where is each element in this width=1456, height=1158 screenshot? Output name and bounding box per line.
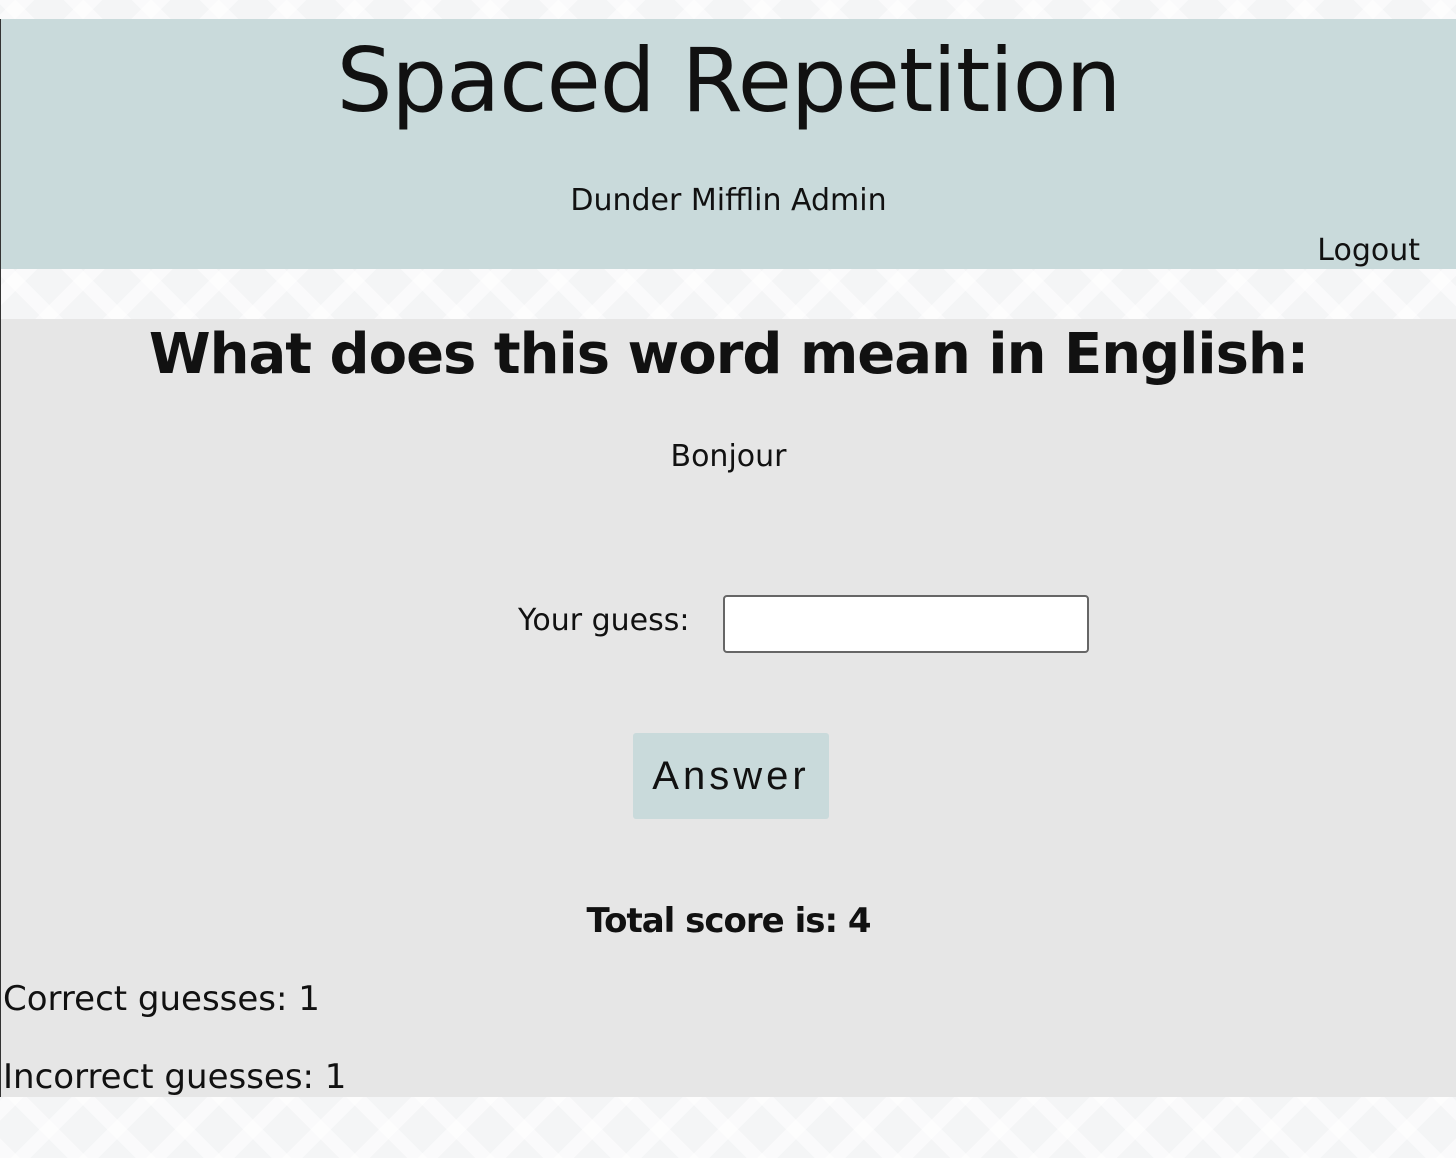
learning-panel: What does this word mean in English: Bon… (1, 319, 1456, 1097)
word-to-translate: Bonjour (670, 439, 787, 474)
app-header: Spaced Repetition Dunder Mifflin Admin L… (1, 19, 1456, 269)
incorrect-guesses: Incorrect guesses: 1 (3, 1057, 347, 1097)
logout-link[interactable]: Logout (1317, 233, 1420, 268)
correct-guesses: Correct guesses: 1 (3, 979, 320, 1019)
answer-button[interactable]: Answer (633, 733, 829, 819)
total-score: Total score is: 4 (586, 901, 871, 941)
guess-input[interactable] (723, 595, 1089, 653)
app-title: Spaced Repetition (336, 29, 1122, 132)
guess-label: Your guess: (518, 603, 690, 638)
question-heading: What does this word mean in English: (148, 322, 1309, 387)
user-name: Dunder Mifflin Admin (570, 183, 887, 218)
